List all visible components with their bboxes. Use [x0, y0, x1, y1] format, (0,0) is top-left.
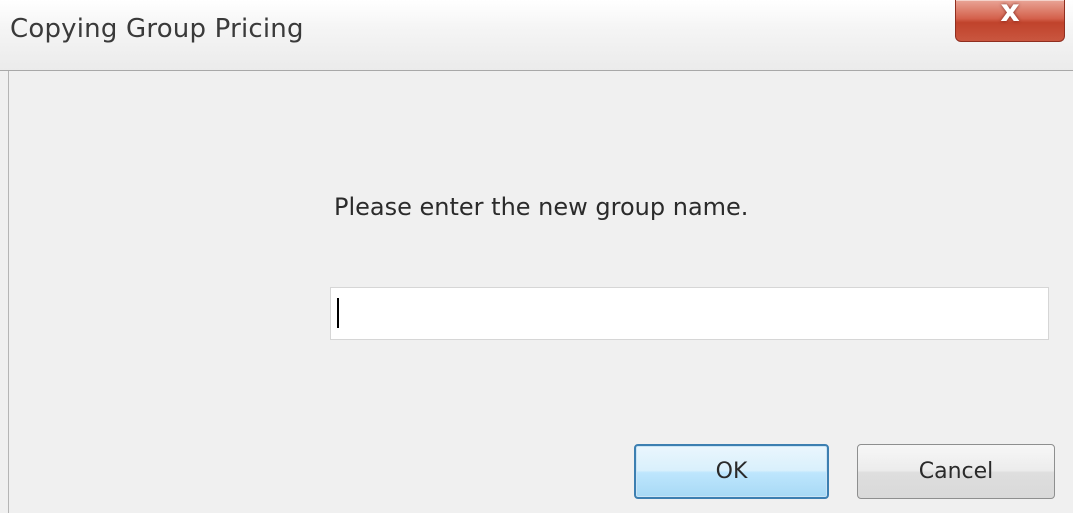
- close-icon: x: [1000, 0, 1020, 29]
- window-title: Copying Group Pricing: [10, 14, 304, 44]
- text-caret: [337, 298, 339, 328]
- window-left-border: [8, 71, 9, 513]
- prompt-label: Please enter the new group name.: [334, 193, 749, 221]
- cancel-button[interactable]: Cancel: [857, 444, 1055, 499]
- ok-button[interactable]: OK: [634, 444, 829, 499]
- close-button[interactable]: x: [955, 0, 1065, 42]
- copy-group-pricing-dialog: Copying Group Pricing x Please enter the…: [0, 0, 1073, 513]
- title-bar[interactable]: Copying Group Pricing x: [0, 0, 1073, 71]
- group-name-input[interactable]: [330, 287, 1049, 340]
